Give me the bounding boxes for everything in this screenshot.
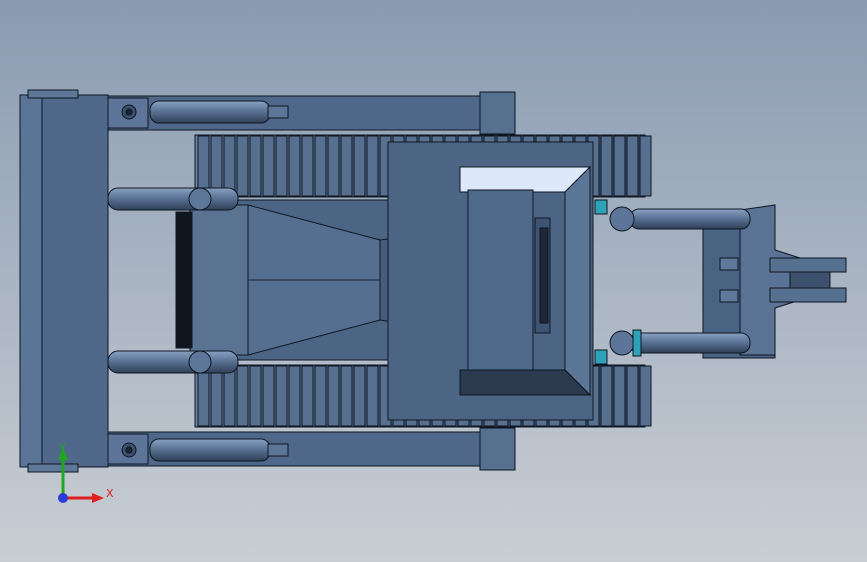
lower-lift-cylinder[interactable] (107, 350, 239, 374)
upper-push-arm[interactable] (104, 91, 516, 135)
track-shoe (600, 135, 613, 197)
track-shoe (314, 135, 327, 197)
track-shoe (626, 135, 639, 197)
track-shoe (262, 135, 275, 197)
upper-tilt-cylinder[interactable] (149, 100, 271, 124)
track-shoe (366, 365, 379, 427)
track-shoe (223, 365, 236, 427)
track-shoe (639, 365, 652, 427)
track-shoe (197, 135, 210, 197)
track-shoe (275, 135, 288, 197)
radiator-grille (175, 211, 193, 349)
track-shoe (301, 135, 314, 197)
track-shoe (210, 135, 223, 197)
graphics-viewport[interactable]: Y X (0, 0, 867, 562)
track-shoe (366, 135, 379, 197)
track-shoe (197, 365, 210, 427)
track-shoe (340, 135, 353, 197)
coordinate-triad: Y X (50, 440, 120, 510)
track-shoe (210, 365, 223, 427)
track-shoe (262, 365, 275, 427)
track-shoe (639, 135, 652, 197)
track-shoe (288, 365, 301, 427)
track-shoe (600, 365, 613, 427)
lower-tilt-cylinder[interactable] (149, 438, 271, 462)
track-shoe (236, 135, 249, 197)
track-shoe (288, 135, 301, 197)
y-axis-label: Y (58, 442, 66, 455)
triad-origin (58, 493, 68, 503)
bulldozer-model[interactable] (0, 0, 867, 562)
track-shoe (353, 135, 366, 197)
upper-ripper-cylinder[interactable] (629, 208, 751, 230)
track-shoe (613, 135, 626, 197)
operator-cab[interactable] (387, 141, 594, 421)
track-shoe (314, 365, 327, 427)
track-shoe (275, 365, 288, 427)
x-axis-label: X (106, 487, 114, 500)
lower-ripper-cylinder[interactable] (629, 332, 751, 354)
track-shoe (236, 365, 249, 427)
track-shoe (353, 365, 366, 427)
lower-push-arm[interactable] (104, 427, 516, 471)
track-shoe (249, 365, 262, 427)
upper-lift-cylinder[interactable] (107, 187, 239, 211)
track-shoe (340, 365, 353, 427)
dozer-blade[interactable] (19, 89, 109, 473)
cab-roof (467, 189, 534, 371)
track-shoe (327, 135, 340, 197)
track-shoe (613, 365, 626, 427)
track-shoe (223, 135, 236, 197)
track-shoe (249, 135, 262, 197)
track-shoe (327, 365, 340, 427)
track-shoe (626, 365, 639, 427)
track-shoe (301, 365, 314, 427)
